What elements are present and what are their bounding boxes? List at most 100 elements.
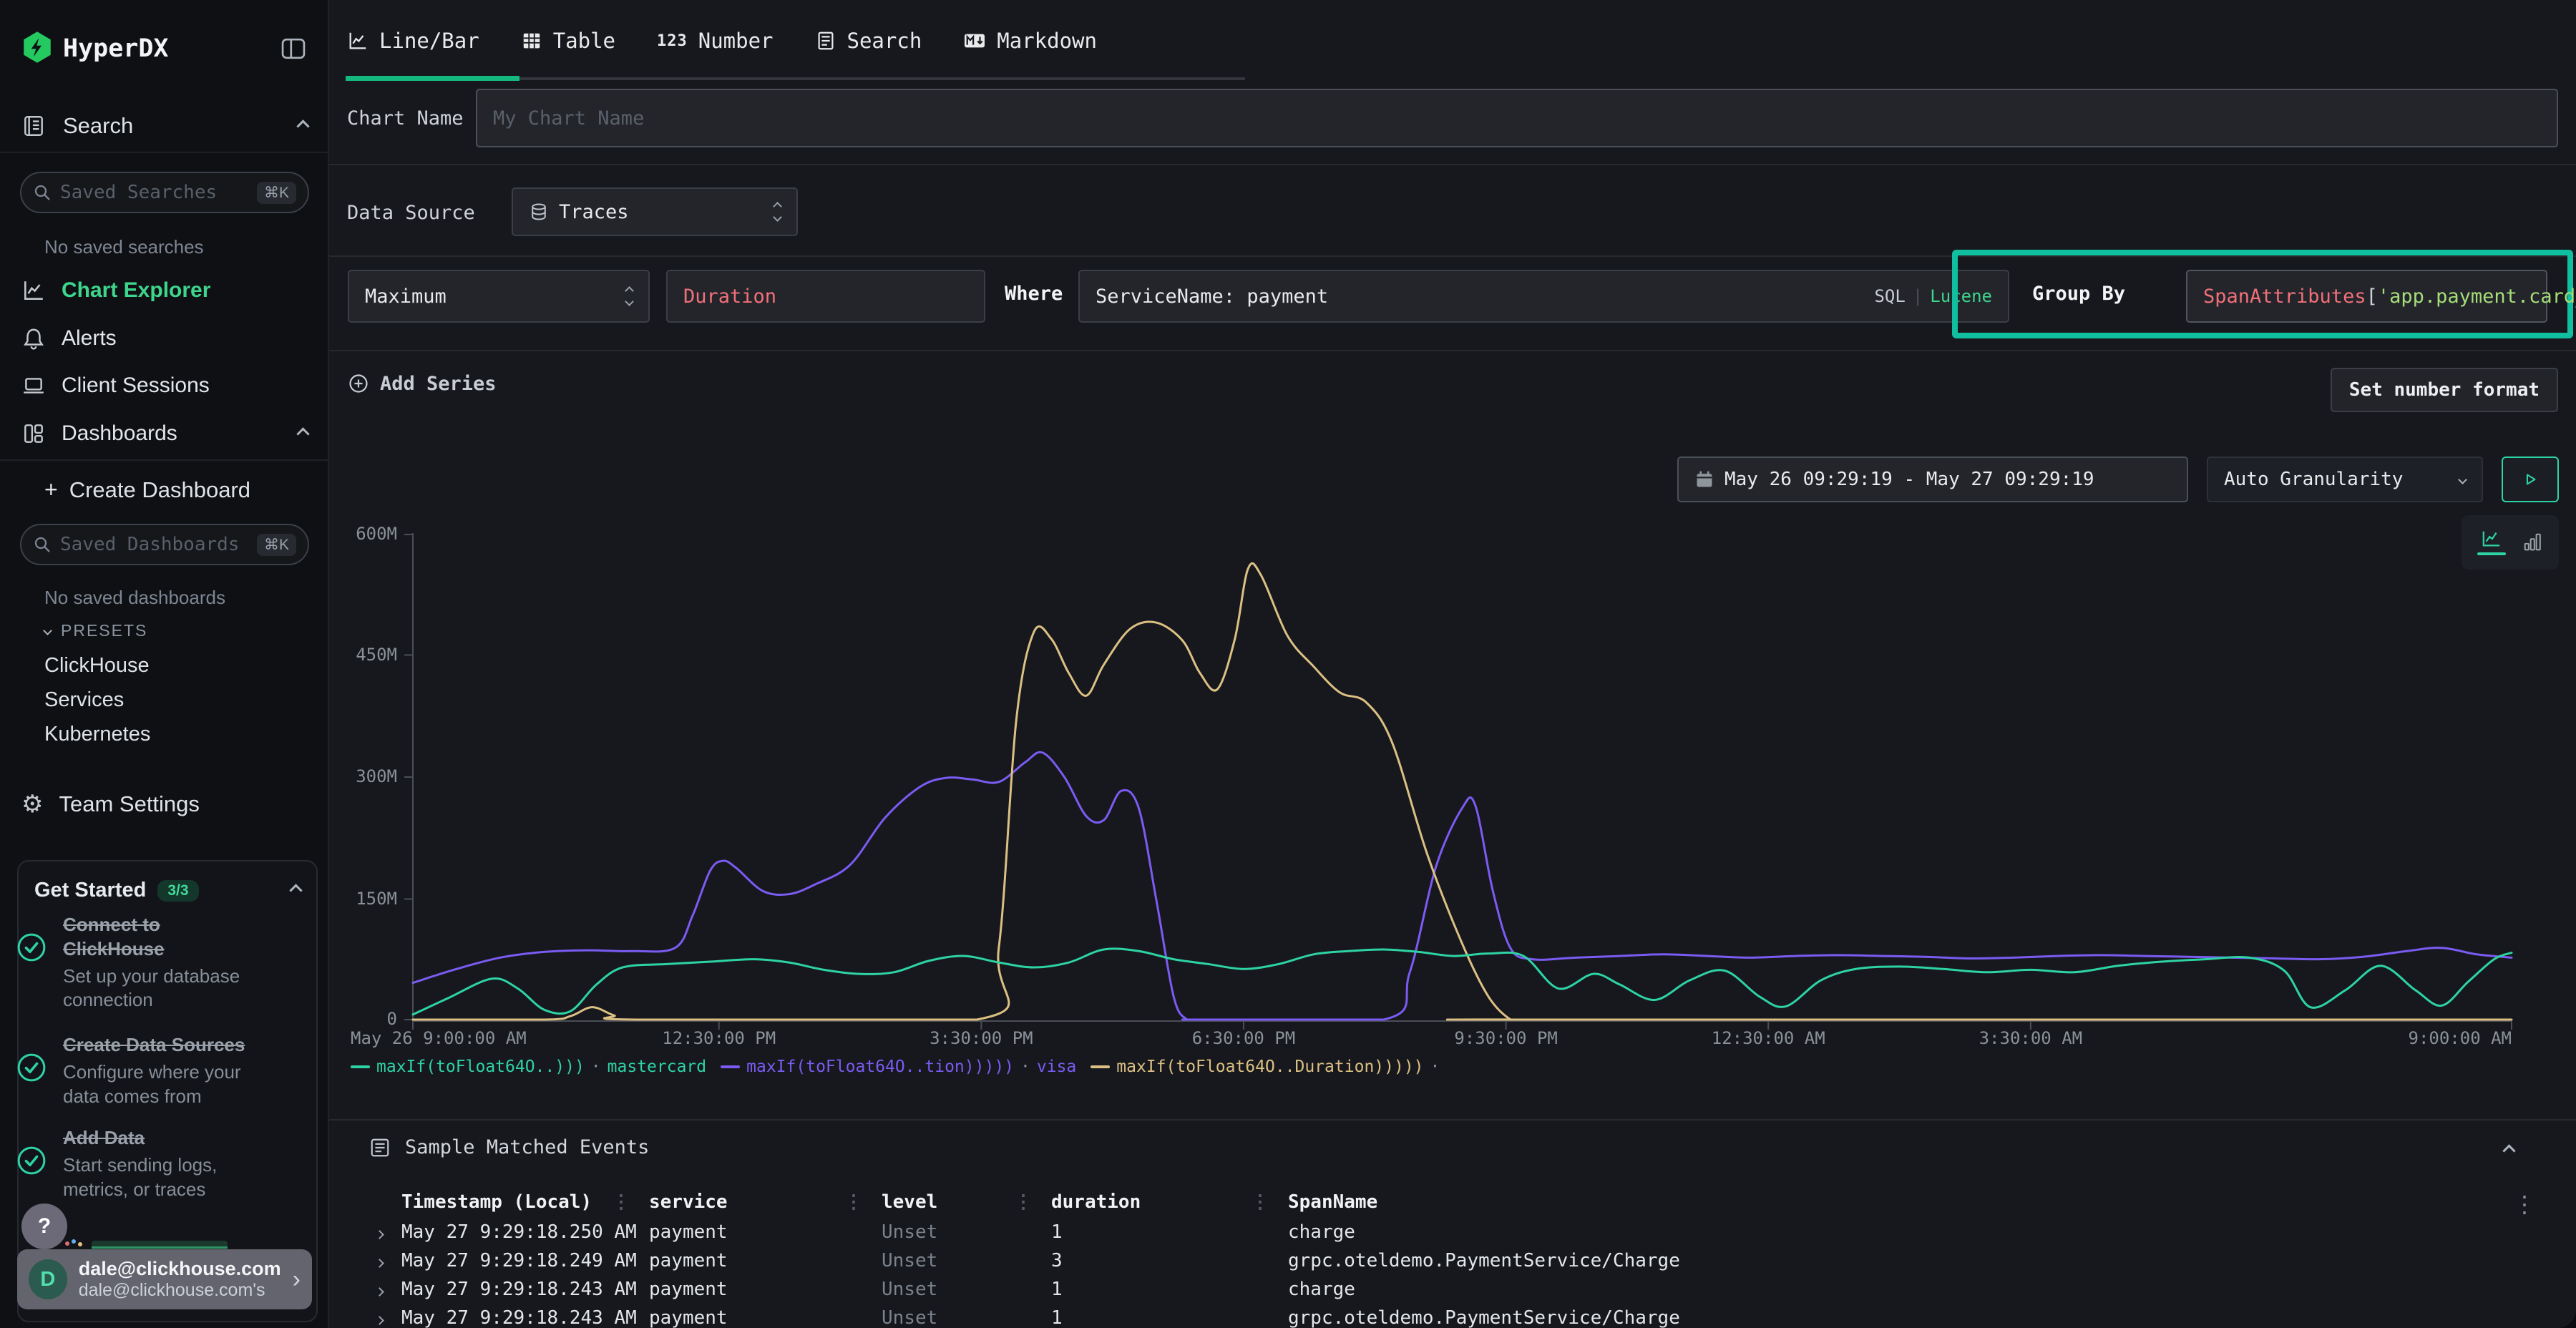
preset-services[interactable]: Services xyxy=(44,688,124,712)
column-grip-icon[interactable]: ⋮ xyxy=(844,1191,863,1213)
chart-name-field[interactable] xyxy=(493,107,2541,130)
events-title: Sample Matched Events xyxy=(405,1136,649,1158)
granularity-select[interactable]: Auto Granularity xyxy=(2207,456,2483,502)
column-header-timestamp[interactable]: Timestamp (Local) ⋮ xyxy=(401,1191,649,1213)
saved-searches-input[interactable]: ⌘K xyxy=(20,172,309,213)
date-range-picker[interactable]: May 26 09:29:19 - May 27 09:29:19 xyxy=(1677,456,2188,502)
legend-item[interactable]: maxIf(toFloat64O..Duration)))))· xyxy=(1091,1058,1440,1076)
where-field[interactable] xyxy=(1096,285,1864,308)
checklist-item[interactable]: Add Data Start sending logs, metrics, or… xyxy=(16,1126,285,1201)
saved-searches-field[interactable] xyxy=(60,182,248,203)
legend-series-name: maxIf(toFloat64O..))) xyxy=(376,1058,585,1076)
sql-option[interactable]: SQL xyxy=(1874,286,1905,306)
plus-icon: + xyxy=(44,477,58,503)
saved-dashboards-input[interactable]: ⌘K xyxy=(20,524,309,565)
chevron-up-icon[interactable] xyxy=(289,884,302,897)
column-header-level[interactable]: level ⋮ xyxy=(882,1191,1051,1213)
plus-circle-icon xyxy=(347,372,370,395)
table-cell: Unset xyxy=(882,1250,1051,1271)
where-input[interactable]: SQL|Lucene xyxy=(1078,270,2009,323)
sidebar-item-dashboards[interactable]: Dashboards xyxy=(21,418,308,449)
sidebar-item-label: Alerts xyxy=(62,326,117,351)
legend-separator: · xyxy=(1430,1058,1440,1076)
legend-swatch xyxy=(351,1065,370,1068)
checklist-item-title: Create Data Sources xyxy=(63,1033,299,1058)
column-header-spanname[interactable]: SpanName xyxy=(1288,1191,2516,1213)
divider xyxy=(329,164,2576,165)
presets-label: PRESETS xyxy=(61,621,147,640)
create-dashboard-label: Create Dashboard xyxy=(69,477,250,503)
aggregation-value: Maximum xyxy=(365,285,447,308)
table-cell: Unset xyxy=(882,1279,1051,1300)
table-row[interactable]: May 27 9:29:18.250 AMpaymentUnset1charge xyxy=(369,1218,2516,1246)
run-query-button[interactable] xyxy=(2502,456,2559,502)
tab-search[interactable]: Search xyxy=(815,29,922,53)
chart-name-input[interactable] xyxy=(476,89,2558,147)
create-dashboard-button[interactable]: + Create Dashboard xyxy=(44,477,250,503)
presets-toggle[interactable]: PRESETS xyxy=(44,621,147,640)
table-row[interactable]: May 27 9:29:18.243 AMpaymentUnset1grpc.o… xyxy=(369,1304,2516,1328)
events-menu-icon[interactable]: ⋮ xyxy=(2513,1191,2536,1218)
gear-icon: ⚙ xyxy=(21,792,43,816)
sidebar-section-search[interactable]: Search xyxy=(21,113,308,139)
tab-line-bar[interactable]: Line/Bar xyxy=(347,29,479,53)
column-header-service[interactable]: service ⋮ xyxy=(649,1191,882,1213)
chart-canvas[interactable] xyxy=(403,533,2522,1034)
events-collapse-button[interactable] xyxy=(2504,1145,2514,1158)
column-grip-icon[interactable]: ⋮ xyxy=(1014,1191,1033,1213)
table-row[interactable]: May 27 9:29:18.243 AMpaymentUnset1charge xyxy=(369,1275,2516,1304)
help-button[interactable]: ? xyxy=(21,1204,67,1249)
document-lines-icon xyxy=(815,30,836,52)
bar-view-toggle[interactable] xyxy=(2522,532,2543,553)
table-row[interactable]: May 27 9:29:18.249 AMpaymentUnset3grpc.o… xyxy=(369,1246,2516,1275)
column-label: level xyxy=(882,1191,937,1213)
lucene-option[interactable]: Lucene xyxy=(1930,286,1992,306)
table-cell: Unset xyxy=(882,1307,1051,1328)
data-source-select[interactable]: Traces xyxy=(512,187,798,236)
sidebar-item-client-sessions[interactable]: Client Sessions xyxy=(21,370,308,401)
preset-kubernetes[interactable]: Kubernetes xyxy=(44,723,150,746)
row-expand-icon[interactable] xyxy=(375,1230,384,1239)
main-panel: Line/Bar Table 123 Number xyxy=(329,0,2576,1328)
group-by-key: 'app.payment.card_type' xyxy=(2378,285,2576,308)
table-cell: Unset xyxy=(882,1221,1051,1243)
x-tick-label: 9:30:00 PM xyxy=(1454,1028,1558,1048)
saved-dashboards-field[interactable] xyxy=(60,534,248,555)
row-expand-icon[interactable] xyxy=(375,1316,384,1325)
legend-item[interactable]: maxIf(toFloat64O..)))·mastercard xyxy=(351,1058,706,1076)
field-select[interactable]: Duration xyxy=(666,270,985,323)
set-number-format-button[interactable]: Set number format xyxy=(2331,368,2558,412)
tab-table[interactable]: Table xyxy=(521,29,615,53)
add-series-button[interactable]: Add Series xyxy=(347,372,497,395)
table-cell: May 27 9:29:18.250 AM xyxy=(401,1221,649,1243)
tab-markdown[interactable]: Markdown xyxy=(963,29,1097,53)
sidebar-collapse-icon[interactable] xyxy=(280,37,306,60)
column-grip-icon[interactable]: ⋮ xyxy=(612,1191,630,1213)
row-expand-icon[interactable] xyxy=(375,1259,384,1268)
group-by-label: Group By xyxy=(2032,283,2125,305)
team-settings-button[interactable]: ⚙ Team Settings xyxy=(21,791,200,817)
chevron-down-icon xyxy=(43,626,52,635)
aggregation-select[interactable]: Maximum xyxy=(348,270,650,323)
tab-number[interactable]: 123 Number xyxy=(657,29,774,53)
group-by-input[interactable]: SpanAttributes['app.payment.card_type'] xyxy=(2186,270,2547,323)
sidebar-item-chart-explorer[interactable]: Chart Explorer xyxy=(21,275,308,306)
checklist-item[interactable]: Create Data Sources Configure where your… xyxy=(16,1033,285,1108)
sidebar-search-label: Search xyxy=(63,113,133,139)
chart-legend: maxIf(toFloat64O..)))·mastercardmaxIf(to… xyxy=(351,1058,1440,1076)
column-grip-icon[interactable]: ⋮ xyxy=(1251,1191,1269,1213)
column-label: SpanName xyxy=(1288,1191,1377,1213)
user-menu[interactable]: D dale@clickhouse.com dale@clickhouse.co… xyxy=(17,1249,312,1309)
preset-clickhouse[interactable]: ClickHouse xyxy=(44,654,150,678)
user-sub-label: dale@clickhouse.com's xyxy=(79,1280,281,1301)
table-cell: May 27 9:29:18.243 AM xyxy=(401,1307,649,1328)
sidebar-item-alerts[interactable]: Alerts xyxy=(21,323,308,354)
legend-item[interactable]: maxIf(toFloat64O..tion)))))·visa xyxy=(721,1058,1076,1076)
sidebar-divider xyxy=(0,459,329,461)
query-language-toggle[interactable]: SQL|Lucene xyxy=(1874,286,1992,306)
date-range-value: May 26 09:29:19 - May 27 09:29:19 xyxy=(1724,469,2094,490)
column-header-duration[interactable]: duration ⋮ xyxy=(1051,1191,1288,1213)
row-expand-icon[interactable] xyxy=(375,1287,384,1297)
no-saved-searches-note: No saved searches xyxy=(44,236,204,258)
checklist-item[interactable]: Connect to ClickHouse Set up your databa… xyxy=(16,913,285,1012)
